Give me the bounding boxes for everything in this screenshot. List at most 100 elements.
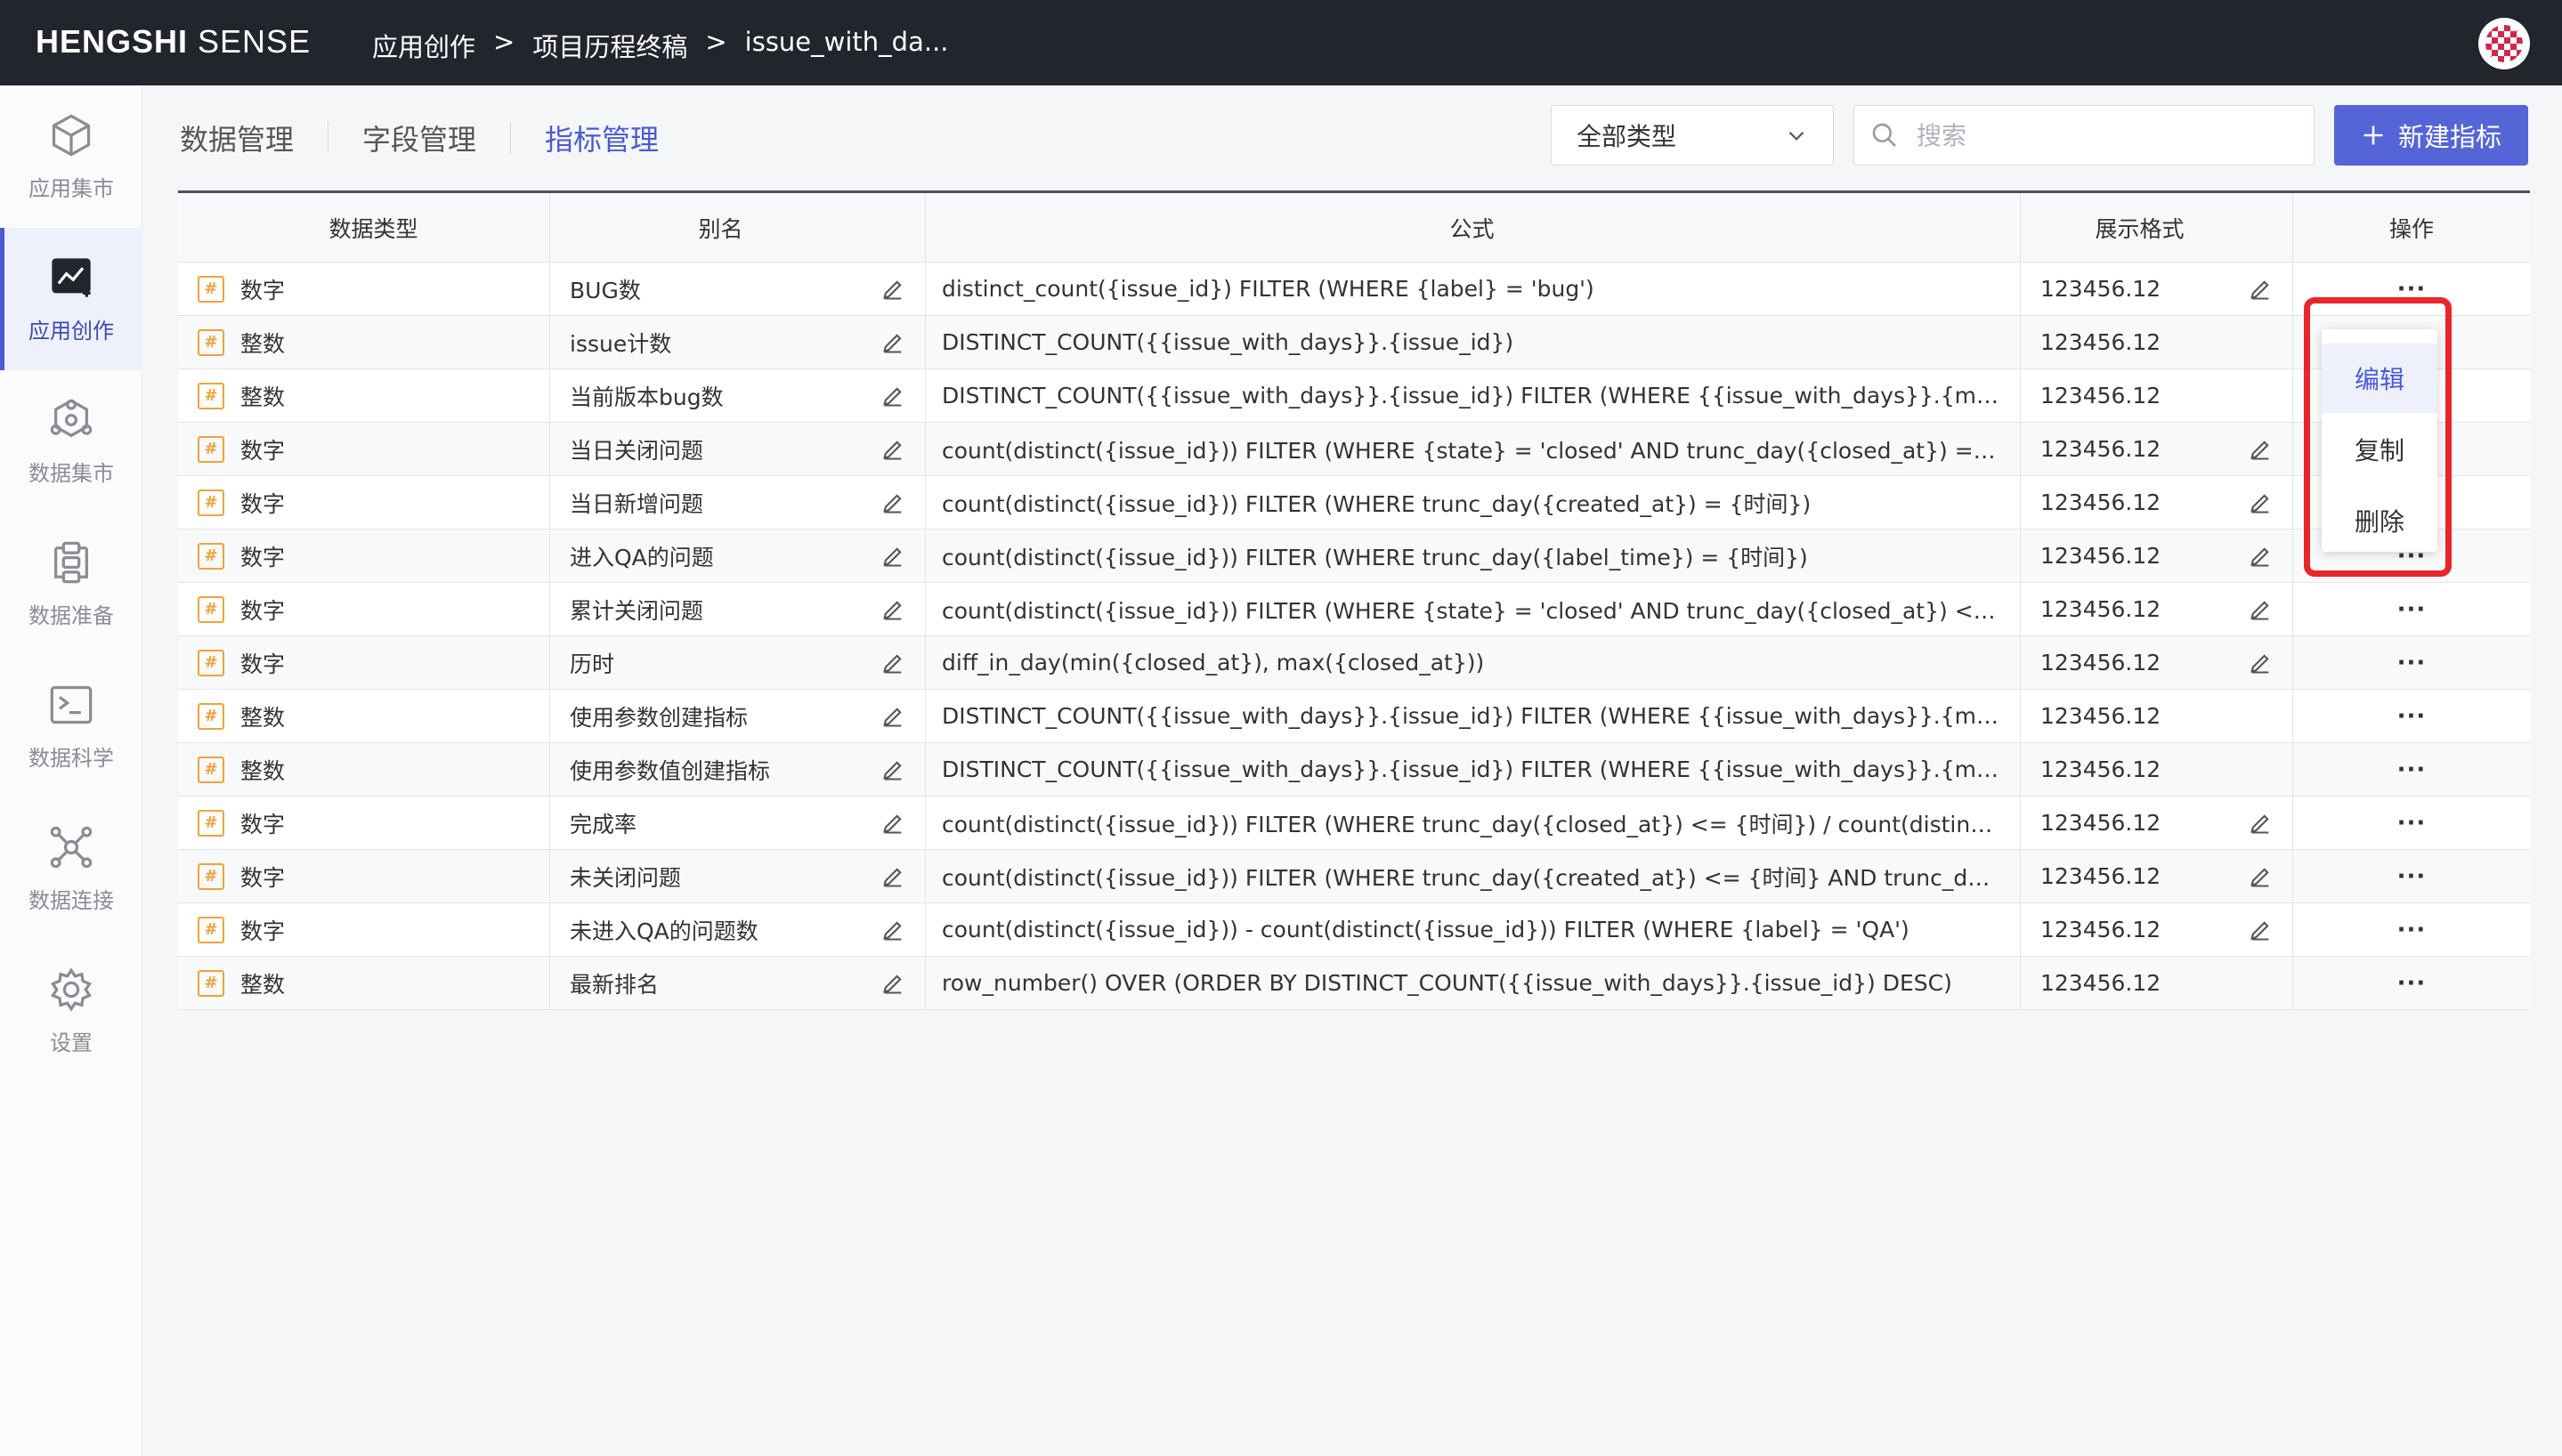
edit-format-icon[interactable]	[2248, 490, 2273, 515]
formula-cell[interactable]: count(distinct({issue_id})) FILTER (WHER…	[926, 476, 2021, 529]
avatar[interactable]	[2478, 18, 2530, 69]
actions-cell: ···	[2293, 743, 2530, 796]
formula-text: count(distinct({issue_id})) - count(dist…	[942, 917, 1909, 942]
sidebar-item-data-mart[interactable]: 数据集市	[0, 370, 142, 513]
plus-icon	[2363, 125, 2383, 145]
formula-cell[interactable]: count(distinct({issue_id})) - count(dist…	[926, 903, 2021, 956]
sidebar: 应用集市 应用创作 数据集市 数据准备 数据科学 数据连接 设置	[0, 85, 142, 1456]
type-label: 整数	[240, 384, 286, 410]
actions-cell: ···	[2293, 797, 2530, 849]
formula-cell[interactable]: DISTINCT_COUNT({{issue_with_days}}.{issu…	[926, 743, 2021, 796]
edit-format-icon[interactable]	[2248, 918, 2273, 942]
logo[interactable]: HENGSHI SENSE	[36, 23, 311, 61]
edit-format-icon[interactable]	[2248, 277, 2273, 302]
edit-format-icon[interactable]	[2248, 811, 2273, 836]
formula-cell[interactable]: count(distinct({issue_id})) FILTER (WHER…	[926, 423, 2021, 475]
sidebar-item-data-prep[interactable]: 数据准备	[0, 513, 142, 655]
formula-cell[interactable]: row_number() OVER (ORDER BY DISTINCT_COU…	[926, 957, 2021, 1009]
edit-alias-icon[interactable]	[880, 437, 905, 462]
number-type-icon: #	[198, 328, 224, 356]
format-cell: 123456.12	[2021, 797, 2293, 849]
formula-cell[interactable]: count(distinct({issue_id})) FILTER (WHER…	[926, 797, 2021, 849]
edit-alias-icon[interactable]	[880, 277, 905, 302]
edit-alias-icon[interactable]	[880, 864, 905, 889]
breadcrumb-item-project[interactable]: 项目历程终稿	[532, 27, 687, 64]
tab-metric-management[interactable]: 指标管理	[545, 117, 659, 158]
chart-create-icon	[52, 257, 91, 297]
more-actions-icon[interactable]: ···	[2397, 703, 2427, 730]
edit-alias-icon[interactable]	[880, 597, 905, 622]
edit-format-icon[interactable]	[2248, 437, 2273, 462]
edit-alias-icon[interactable]	[880, 490, 905, 515]
edit-alias-icon[interactable]	[880, 704, 905, 729]
formula-cell[interactable]: distinct_count({issue_id}) FILTER (WHERE…	[926, 263, 2021, 315]
breadcrumb-item-dataset[interactable]: issue_with_da...	[745, 27, 949, 64]
tab-data-management[interactable]: 数据管理	[180, 117, 294, 158]
number-type-icon: #	[198, 275, 224, 303]
actions-cell: ···	[2293, 850, 2530, 902]
more-actions-icon[interactable]: ···	[2397, 917, 2427, 943]
formula-text: DISTINCT_COUNT({{issue_with_days}}.{issu…	[942, 756, 2002, 782]
format-cell: 123456.12	[2021, 583, 2293, 635]
type-label: 数字	[240, 597, 286, 624]
sidebar-item-data-science[interactable]: 数据科学	[0, 655, 142, 797]
actions-cell: ···	[2293, 583, 2530, 635]
more-actions-icon[interactable]: ···	[2397, 596, 2427, 623]
formula-cell[interactable]: DISTINCT_COUNT({{issue_with_days}}.{issu…	[926, 369, 2021, 422]
formula-cell[interactable]: count(distinct({issue_id})) FILTER (WHER…	[926, 583, 2021, 635]
more-actions-icon[interactable]: ···	[2397, 863, 2427, 890]
edit-alias-icon[interactable]	[880, 971, 905, 996]
cube-icon	[52, 113, 91, 157]
formula-cell[interactable]: DISTINCT_COUNT({{issue_with_days}}.{issu…	[926, 316, 2021, 368]
alias-text: issue计数	[570, 330, 672, 357]
alias-cell: 未进入QA的问题数	[550, 903, 926, 956]
type-label: 数字	[240, 437, 286, 464]
breadcrumb-separator: >	[493, 27, 515, 57]
sidebar-item-app-market[interactable]: 应用集市	[0, 85, 142, 228]
format-text: 123456.12	[2040, 329, 2161, 355]
header-data-type: 数据类型	[178, 193, 550, 262]
more-actions-icon[interactable]: ···	[2397, 970, 2427, 997]
search-input[interactable]	[1917, 120, 2290, 150]
tab-divider	[510, 122, 512, 154]
formula-cell[interactable]: diff_in_day(min({closed_at}), max({close…	[926, 636, 2021, 689]
edit-alias-icon[interactable]	[880, 757, 905, 782]
chevron-down-icon	[1788, 131, 1804, 141]
sidebar-item-settings[interactable]: 设置	[0, 940, 142, 1082]
type-cell: # 数字	[178, 903, 550, 956]
edit-alias-icon[interactable]	[880, 651, 905, 675]
alias-cell: 当前版本bug数	[550, 369, 926, 422]
number-type-icon: #	[198, 649, 224, 676]
alias-cell: 使用参数创建指标	[550, 690, 926, 742]
type-filter-select[interactable]: 全部类型	[1551, 105, 1834, 166]
more-actions-icon[interactable]: ···	[2397, 650, 2427, 676]
edit-alias-icon[interactable]	[880, 384, 905, 408]
alias-cell: 当日关闭问题	[550, 423, 926, 475]
table-row: # 数字 未关闭问题 count(distinct({issue_id})) FILT…	[178, 850, 2530, 903]
edit-format-icon[interactable]	[2248, 544, 2273, 569]
edit-alias-icon[interactable]	[880, 330, 905, 355]
sidebar-item-app-create[interactable]: 应用创作	[0, 228, 142, 370]
edit-format-icon[interactable]	[2248, 597, 2273, 622]
edit-alias-icon[interactable]	[880, 918, 905, 942]
edit-format-icon[interactable]	[2248, 864, 2273, 889]
edit-alias-icon[interactable]	[880, 544, 905, 569]
number-type-icon: #	[198, 862, 224, 890]
formula-cell[interactable]: count(distinct({issue_id})) FILTER (WHER…	[926, 530, 2021, 582]
more-actions-icon[interactable]: ···	[2397, 756, 2427, 783]
formula-cell[interactable]: DISTINCT_COUNT({{issue_with_days}}.{issu…	[926, 690, 2021, 742]
number-type-icon: #	[198, 916, 224, 943]
alias-cell: 完成率	[550, 797, 926, 849]
edit-format-icon[interactable]	[2248, 651, 2273, 675]
formula-cell[interactable]: count(distinct({issue_id})) FILTER (WHER…	[926, 850, 2021, 902]
breadcrumb: 应用创作 > 项目历程终稿 > issue_with_da...	[372, 27, 949, 64]
data-mart-icon	[50, 398, 93, 437]
more-actions-icon[interactable]: ···	[2397, 810, 2427, 837]
edit-alias-icon[interactable]	[880, 811, 905, 836]
sidebar-item-data-connect[interactable]: 数据连接	[0, 797, 142, 940]
formula-text: DISTINCT_COUNT({{issue_with_days}}.{issu…	[942, 383, 2002, 408]
sidebar-item-label: 数据科学	[28, 745, 114, 771]
breadcrumb-item-app-create[interactable]: 应用创作	[372, 27, 475, 64]
new-metric-button[interactable]: 新建指标	[2334, 105, 2528, 166]
tab-field-management[interactable]: 字段管理	[362, 117, 476, 158]
